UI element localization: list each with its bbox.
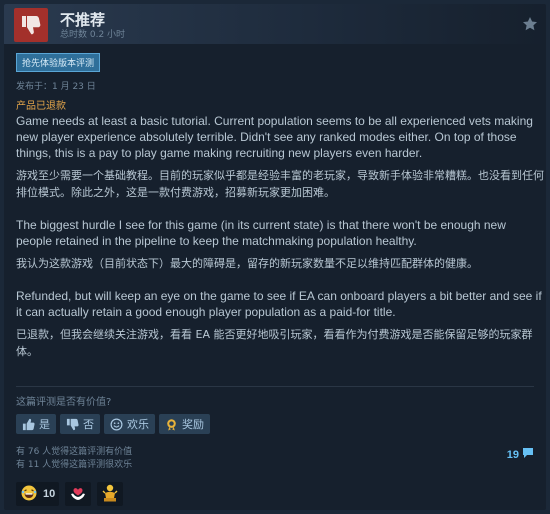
gold-figure-award-icon — [101, 483, 119, 506]
review-paragraph-cn: 游戏至少需要一个基础教程。目前的玩家似乎都是经验丰富的老玩家，导致新手体验非常糟… — [16, 169, 544, 199]
review-body: 产品已退款 Game needs at least a basic tutori… — [16, 100, 544, 360]
review-paragraph-cn: 已退款，但我会继续关注游戏，看看 EA 能否更好地吸引玩家，看看作为付费游戏是否… — [16, 328, 533, 358]
comment-count-link[interactable]: 19 — [507, 447, 534, 462]
award-heart-hands[interactable] — [65, 482, 92, 506]
award-medal-icon — [165, 418, 178, 431]
star-icon[interactable] — [522, 16, 538, 32]
award-laughing[interactable]: 10 — [16, 482, 60, 506]
thumbs-up-icon — [22, 418, 35, 431]
vote-buttons: 是 否 欢乐 奖励 — [16, 414, 210, 434]
laughing-face-award-icon — [20, 484, 38, 505]
vote-yes-label: 是 — [39, 418, 50, 431]
awards-row: 10 — [16, 482, 124, 510]
vote-yes-button[interactable]: 是 — [16, 414, 56, 434]
comment-count: 19 — [506, 448, 519, 461]
early-access-badge: 抢先体验版本评测 — [16, 53, 101, 72]
award-button[interactable]: 奖励 — [159, 414, 210, 434]
heart-hands-award-icon — [69, 484, 87, 505]
vote-no-label: 否 — [83, 418, 94, 431]
helpful-stats: 有 76 人觉得这篇评测有价值 有 11 人觉得这篇评测很欢乐 — [16, 446, 132, 472]
playtime-hours: 总时数 0.2 小时 — [60, 30, 126, 40]
award-label: 奖励 — [182, 418, 204, 431]
helpful-count-text: 有 76 人觉得这篇评测有价值 — [16, 447, 133, 457]
review-paragraph-en: The biggest hurdle I see for this game (… — [16, 218, 506, 248]
review-card: 不推荐 总时数 0.2 小时 抢先体验版本评测 发布于：1 月 23 日 产品已… — [4, 4, 546, 510]
divider — [16, 386, 534, 387]
helpful-question: 这篇评测是否有价值? — [16, 397, 112, 408]
vote-no-button[interactable]: 否 — [60, 414, 100, 434]
refunded-status-tag: 产品已退款 — [16, 101, 66, 112]
award-count: 10 — [43, 488, 56, 500]
review-paragraph-en: Game needs at least a basic tutorial. Cu… — [16, 114, 533, 160]
vote-funny-label: 欢乐 — [127, 418, 149, 431]
review-paragraph-cn: 我认为这款游戏（目前状态下）最大的障碍是，留存的新玩家数量不足以维持匹配群体的健… — [16, 257, 478, 270]
review-paragraph-en: Refunded, but will keep an eye on the ga… — [16, 289, 542, 319]
comment-bubble-icon — [522, 447, 534, 462]
review-header: 不推荐 总时数 0.2 小时 — [4, 4, 546, 44]
thumbs-down-icon — [14, 8, 48, 42]
vote-funny-button[interactable]: 欢乐 — [104, 414, 155, 434]
funny-count-text: 有 11 人觉得这篇评测很欢乐 — [16, 460, 133, 470]
posted-date: 发布于：1 月 23 日 — [16, 82, 96, 92]
award-gold-figure[interactable] — [97, 482, 124, 506]
smiley-icon — [110, 418, 123, 431]
thumbs-down-icon — [66, 418, 79, 431]
